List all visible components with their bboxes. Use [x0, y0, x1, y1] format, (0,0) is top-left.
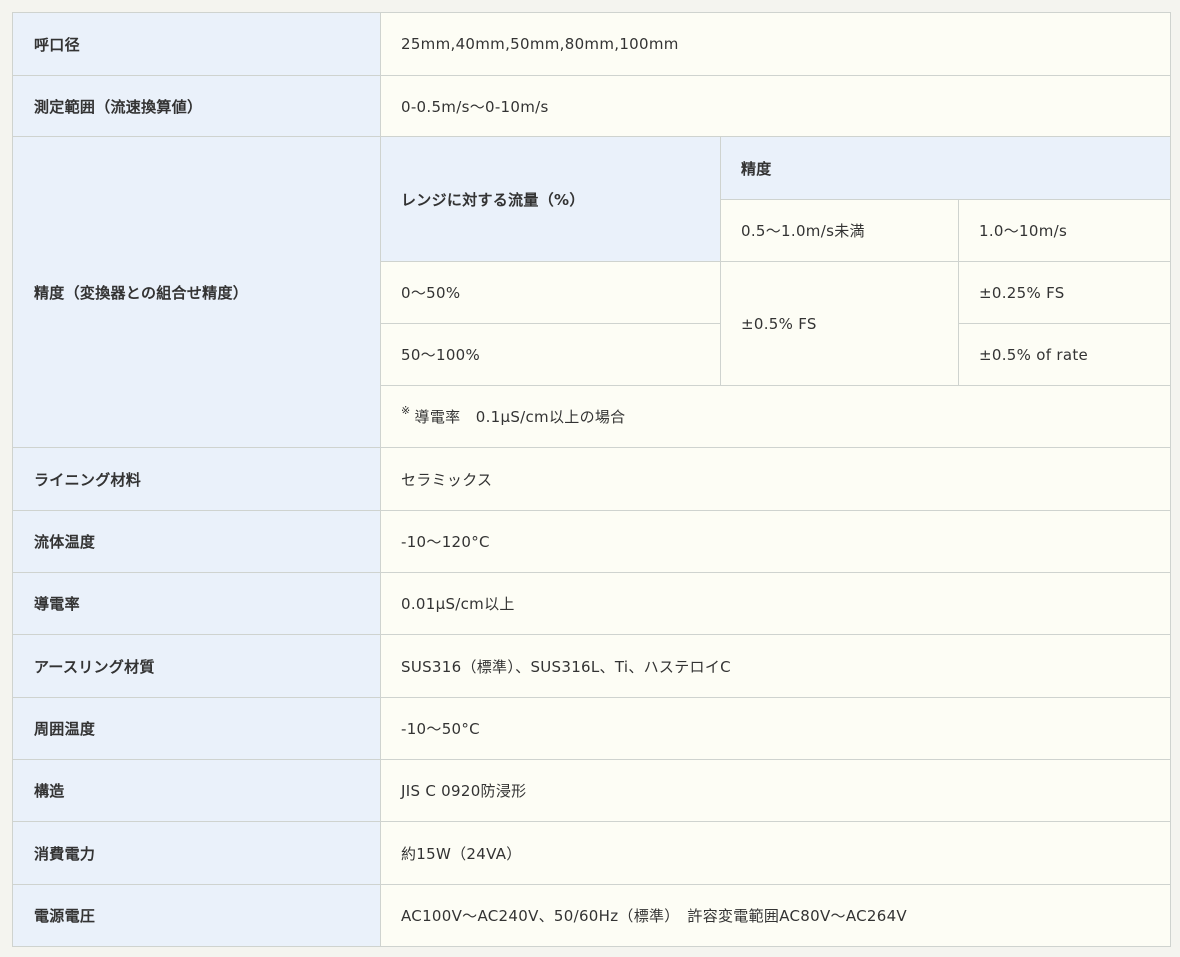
- flow-range-header: レンジに対する流量（%）: [380, 136, 721, 262]
- row-value: 0-0.5m/s〜0-10m/s: [379, 75, 1172, 137]
- speed-high-header: 1.0〜10m/s: [957, 199, 1172, 262]
- table-row-power-consumption: 消費電力 約15W（24VA）: [12, 821, 1172, 885]
- table-row-conductivity: 導電率 0.01µS/cm以上: [12, 572, 1172, 635]
- row-value: 0.01µS/cm以上: [379, 572, 1172, 635]
- row-label: 精度（変換器との組合せ精度）: [12, 136, 381, 448]
- table-row-measurement-range: 測定範囲（流速換算値） 0-0.5m/s〜0-10m/s: [12, 75, 1172, 137]
- row-value: 約15W（24VA）: [379, 821, 1172, 885]
- table-row-earth-ring: アースリング材質 SUS316（標準）、SUS316L、Ti、ハステロイC: [12, 634, 1172, 698]
- accuracy-shared-value: ±0.5% FS: [720, 261, 959, 386]
- table-row-power-voltage: 電源電圧 AC100V〜AC240V、50/60Hz（標準） 許容変電範囲AC8…: [12, 884, 1172, 947]
- row-value: -10〜50°C: [379, 697, 1172, 760]
- table-row-ambient-temperature: 周囲温度 -10〜50°C: [12, 697, 1172, 760]
- spec-table: 呼口径 25mm,40mm,50mm,80mm,100mm 測定範囲（流速換算値…: [12, 12, 1172, 947]
- table-row-structure: 構造 JIS C 0920防浸形: [12, 759, 1172, 822]
- row-label: 構造: [12, 759, 381, 822]
- table-row-fluid-temperature: 流体温度 -10〜120°C: [12, 510, 1172, 573]
- row-label: ライニング材料: [12, 447, 381, 511]
- row-label: 測定範囲（流速換算値）: [12, 75, 381, 137]
- flow-high-label: 50〜100%: [380, 323, 721, 386]
- row-value: SUS316（標準）、SUS316L、Ti、ハステロイC: [379, 634, 1172, 698]
- note-mark: ※: [401, 404, 411, 417]
- row-label: 電源電圧: [12, 884, 381, 947]
- accuracy-header: 精度: [719, 136, 1172, 200]
- table-row-accuracy: 精度（変換器との組合せ精度） レンジに対する流量（%） 精度: [12, 136, 1172, 448]
- table-row-lining: ライニング材料 セラミックス: [12, 447, 1172, 511]
- flow-low-label: 0〜50%: [380, 261, 721, 324]
- row-value: セラミックス: [379, 447, 1172, 511]
- row-value: AC100V〜AC240V、50/60Hz（標準） 許容変電範囲AC80V〜AC…: [379, 884, 1172, 947]
- row-value: 25mm,40mm,50mm,80mm,100mm: [379, 12, 1172, 76]
- accuracy-high-speed-high-flow: ±0.5% of rate: [957, 323, 1172, 386]
- row-value: -10〜120°C: [379, 510, 1172, 573]
- row-label: 導電率: [12, 572, 381, 635]
- row-label: アースリング材質: [12, 634, 381, 698]
- speed-low-header: 0.5〜1.0m/s未満: [720, 199, 959, 262]
- row-label: 流体温度: [12, 510, 381, 573]
- table-row-bore: 呼口径 25mm,40mm,50mm,80mm,100mm: [12, 12, 1172, 76]
- accuracy-note: ※ 導電率 0.1µS/cm以上の場合: [379, 385, 1172, 448]
- row-label: 消費電力: [12, 821, 381, 885]
- accuracy-high-speed-low-flow: ±0.25% FS: [957, 261, 1172, 324]
- row-value: JIS C 0920防浸形: [379, 759, 1172, 822]
- row-label: 周囲温度: [12, 697, 381, 760]
- note-text: 導電率 0.1µS/cm以上の場合: [414, 408, 626, 426]
- row-label: 呼口径: [12, 12, 381, 76]
